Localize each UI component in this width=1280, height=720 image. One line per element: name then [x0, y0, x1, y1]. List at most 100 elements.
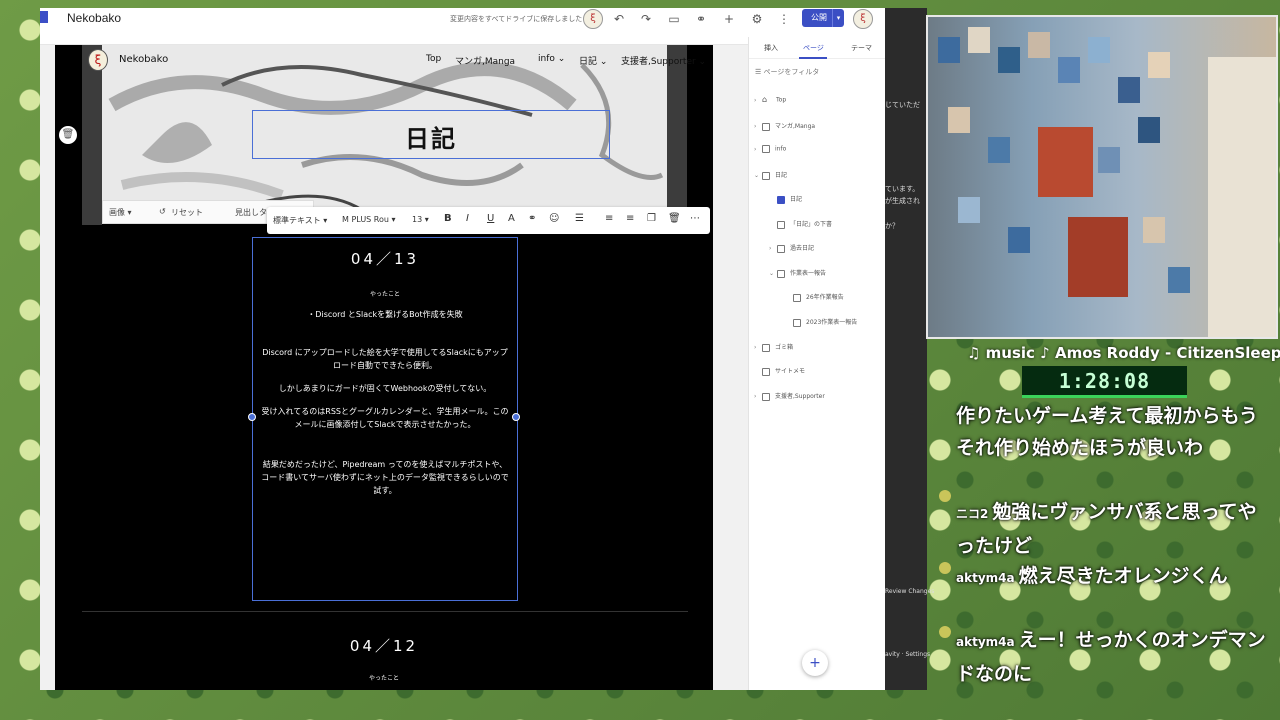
site-navigation: ξ Nekobako Top マンガ,Manga info ⌄ 日記 ⌄ 支援者…	[83, 49, 706, 71]
page-tree-item[interactable]: 日記	[769, 194, 802, 204]
poster-tile	[1008, 227, 1030, 253]
page-tree-item[interactable]: 2023作業表一報告	[785, 317, 857, 327]
user-badge-icon	[939, 490, 951, 502]
expand-chevron-icon[interactable]: ›	[754, 393, 762, 400]
page-tree-label: マンガ,Manga	[775, 123, 816, 130]
numbered-list-icon[interactable]: ≡	[605, 213, 613, 224]
nav-item-diary[interactable]: 日記 ⌄	[579, 54, 607, 67]
add-page-button[interactable]: +	[802, 650, 828, 676]
expand-chevron-icon[interactable]: ⌄	[754, 172, 762, 179]
text-box-selected[interactable]: 04／13 やったこと ・Discord とSlackを繋げるBot作成を失敗 …	[248, 237, 520, 601]
gear-icon[interactable]: ⚙	[748, 10, 766, 28]
nav-item-manga[interactable]: マンガ,Manga	[455, 54, 515, 67]
text-color-button[interactable]: A	[508, 213, 515, 224]
expand-chevron-icon[interactable]: ›	[754, 123, 762, 130]
expand-chevron-icon[interactable]: ›	[754, 97, 762, 104]
tab-themes[interactable]: テーマ	[851, 43, 872, 53]
poster-tile	[1168, 267, 1190, 293]
now-playing: ♫ music ♪ Amos Roddy - CitizenSleeper:	[967, 344, 1280, 362]
tab-pages[interactable]: ページ	[803, 43, 824, 53]
delete-section-icon[interactable]: 🗑	[59, 126, 77, 144]
add-person-icon[interactable]: +	[720, 10, 738, 28]
page-tree-item[interactable]: サイトメモ	[754, 366, 805, 376]
reset-button[interactable]: リセット	[171, 207, 203, 218]
hero-title[interactable]: 日記	[253, 119, 609, 154]
delete-icon[interactable]: 🗑	[668, 213, 681, 224]
section-divider	[82, 611, 688, 612]
chat-username: ニコ2	[956, 507, 989, 521]
resize-handle-right[interactable]	[512, 413, 520, 421]
link-icon[interactable]: ⚭	[692, 10, 710, 28]
image-menu[interactable]: 画像 ▾	[109, 207, 132, 218]
page-tree-item[interactable]: › マンガ,Manga	[754, 121, 815, 131]
more-icon[interactable]: ⋯	[690, 213, 700, 224]
page-tree-item[interactable]: 「日記」の下書	[769, 219, 832, 229]
page-icon	[777, 269, 785, 278]
page-tree-item[interactable]: › info	[754, 145, 786, 153]
poster-tile	[1088, 37, 1110, 63]
background-text: か？	[885, 222, 899, 230]
page-tree-label: 過去日記	[790, 245, 815, 252]
site-title[interactable]: Nekobako	[67, 11, 121, 25]
site-logo[interactable]: ξ	[88, 49, 108, 71]
collaborator-avatar[interactable]: ξ	[583, 9, 603, 29]
publish-dropdown-icon[interactable]: ▾	[832, 9, 844, 27]
site-name[interactable]: Nekobako	[119, 54, 168, 65]
paragraph-style-select[interactable]: 標準テキスト ▾	[273, 215, 327, 226]
page-filter[interactable]: ☰ ページをフィルタ	[755, 67, 819, 77]
page-icon	[793, 293, 801, 302]
underline-button[interactable]: U	[487, 213, 494, 224]
tab-insert[interactable]: 挿入	[764, 43, 778, 53]
page-tree-item[interactable]: › ⌂ Top	[754, 96, 786, 104]
page-tree-item[interactable]: 26年作業報告	[785, 292, 844, 302]
poster-tile	[1118, 77, 1140, 103]
webcam-feed	[926, 15, 1278, 339]
bulleted-list-icon[interactable]: ≡	[626, 213, 634, 224]
bold-button[interactable]: B	[444, 213, 452, 224]
font-select[interactable]: M PLUS Rou ▾	[342, 215, 396, 224]
italic-button[interactable]: I	[466, 213, 469, 224]
link-icon[interactable]: ⚭	[528, 213, 536, 224]
site-page: 日記 ξ Nekobako Top マンガ,Manga info ⌄ 日記 ⌄ …	[55, 45, 713, 690]
more-icon[interactable]: ⋮	[775, 10, 793, 28]
duplicate-icon[interactable]: ❐	[647, 213, 656, 224]
page-tree-item[interactable]: › 支援者,Supporter	[754, 391, 825, 401]
poster-tile	[958, 197, 980, 223]
panel-tabs: 挿入 ページ テーマ	[749, 37, 885, 59]
undo-icon[interactable]: ↶	[610, 10, 628, 28]
publish-button[interactable]: 公開 ▾	[802, 9, 844, 27]
page-tree-item[interactable]: › 過去日記	[769, 243, 814, 253]
page-tree-label: 日記	[775, 172, 788, 179]
stream-timer: 1:28:08	[1022, 366, 1187, 398]
page-icon	[793, 318, 801, 327]
reset-icon[interactable]: ↺	[159, 207, 166, 216]
page-tree-item[interactable]: ⌄ 作業表一報告	[769, 268, 826, 278]
poster-tile	[938, 37, 960, 63]
page-tree-label: 26年作業報告	[806, 294, 844, 301]
hero-title-box[interactable]: 日記	[252, 110, 610, 159]
nav-item-supporter[interactable]: 支援者,Supporter ⌄	[621, 54, 706, 67]
poster-tile	[1058, 57, 1080, 83]
expand-chevron-icon[interactable]: ›	[769, 245, 777, 252]
nav-item-top[interactable]: Top	[426, 54, 441, 64]
paragraph: Discord にアップロードした絵を大学で使用してるSlackにもアップロード…	[262, 348, 508, 370]
align-icon[interactable]: ☰	[575, 213, 584, 224]
emoji-icon[interactable]: ☺	[549, 213, 559, 224]
page-gutter-left	[82, 45, 102, 225]
expand-chevron-icon[interactable]: ›	[754, 344, 762, 351]
resize-handle-left[interactable]	[248, 413, 256, 421]
expand-chevron-icon[interactable]: ⌄	[769, 270, 777, 277]
page-tree-item[interactable]: › ゴミ箱	[754, 342, 793, 352]
chat-text: 勉強にヴァンサバ系と思ってやったけど	[956, 501, 1257, 557]
save-status: 変更内容をすべてドライブに保存しました	[450, 15, 583, 23]
expand-chevron-icon[interactable]: ›	[754, 146, 762, 153]
nav-item-info[interactable]: info ⌄	[538, 54, 565, 64]
post-date: 04／13	[350, 250, 420, 268]
poster-tile	[1138, 117, 1160, 143]
font-size-select[interactable]: 13 ▾	[412, 215, 429, 224]
redo-icon[interactable]: ↷	[637, 10, 655, 28]
preview-icon[interactable]: ▭	[665, 10, 683, 28]
page-tree-item[interactable]: ⌄ 日記	[754, 170, 787, 180]
account-avatar[interactable]: ξ	[853, 9, 873, 29]
chat-username: aktym4a	[956, 571, 1015, 585]
